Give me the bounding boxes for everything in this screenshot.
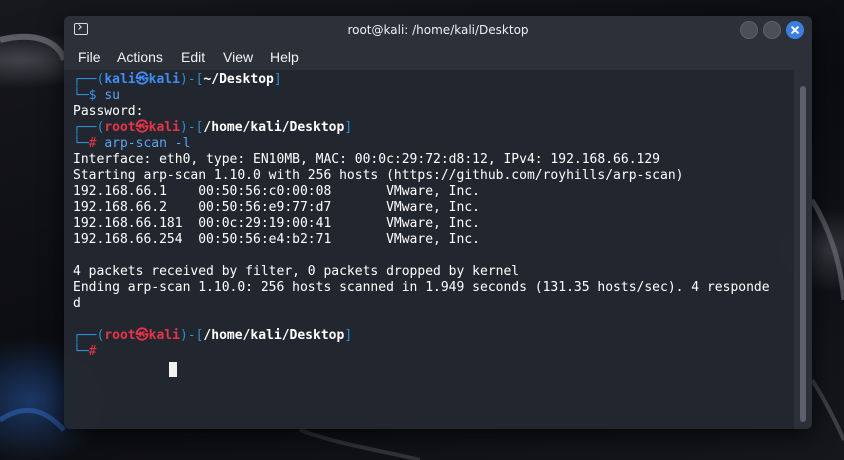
prompt-path: /home/kali/Desktop: [203, 120, 345, 135]
prompt-frame: └─: [73, 88, 89, 103]
window-title: root@kali: /home/kali/Desktop: [347, 23, 529, 37]
title-bar[interactable]: root@kali: /home/kali/Desktop: [64, 16, 812, 44]
output-line: Password:: [73, 104, 144, 119]
menu-file[interactable]: File: [78, 44, 101, 70]
terminal-window[interactable]: root@kali: /home/kali/Desktop File Actio…: [64, 16, 812, 429]
output-line: 192.168.66.2 00:50:56:e9:77:d7 VMware, I…: [73, 200, 480, 215]
text-cursor: [169, 362, 177, 377]
command-text: arp-scan -l: [104, 136, 191, 151]
output-line: d: [73, 296, 81, 311]
active-command-line[interactable]: └─#: [73, 344, 104, 360]
menu-view[interactable]: View: [223, 44, 253, 70]
prompt-frame: ┌──(: [73, 72, 105, 87]
vertical-scrollbar[interactable]: [794, 70, 812, 429]
command-line-su: └─$ su: [73, 88, 120, 104]
menu-actions[interactable]: Actions: [117, 44, 163, 70]
prompt-frame: ]: [273, 72, 282, 87]
prompt-symbol: #: [88, 344, 97, 359]
prompt-user: kali㉿kali: [104, 72, 180, 87]
output-line: 192.168.66.1 00:50:56:c0:00:08 VMware, I…: [73, 184, 480, 199]
menu-bar: File Actions Edit View Help: [64, 44, 812, 70]
output-line: Starting arp-scan 1.10.0 with 256 hosts …: [73, 168, 684, 183]
prompt-frame: ┌──(: [73, 120, 105, 135]
prompt-path: /home/kali/Desktop: [203, 328, 345, 343]
menu-help[interactable]: Help: [270, 44, 299, 70]
prompt-user: root㉿kali: [104, 328, 180, 343]
command-text: su: [104, 88, 120, 103]
output-line: 192.168.66.181 00:0c:29:19:00:41 VMware,…: [73, 216, 480, 231]
minimize-button[interactable]: [740, 21, 758, 39]
output-line: Interface: eth0, type: EN10MB, MAC: 00:0…: [73, 152, 660, 167]
prompt-line-kali: ┌──(kali㉿kali)-[~/Desktop]: [73, 72, 282, 88]
command-line-arp-scan: └─# arp-scan -l: [73, 136, 190, 152]
prompt-frame: )-[: [179, 328, 204, 343]
prompt-frame: )-[: [179, 120, 204, 135]
menu-edit[interactable]: Edit: [181, 44, 205, 70]
prompt-frame: ]: [344, 120, 353, 135]
output-line: 4 packets received by filter, 0 packets …: [73, 264, 520, 279]
prompt-line-root: ┌──(root㉿kali)-[/home/kali/Desktop]: [73, 120, 352, 136]
prompt-frame: └─: [73, 344, 89, 359]
prompt-frame: └─: [73, 136, 89, 151]
prompt-path: ~/Desktop: [203, 72, 274, 87]
maximize-button[interactable]: [763, 21, 781, 39]
output-line: Ending arp-scan 1.10.0: 256 hosts scanne…: [73, 280, 770, 295]
scrollbar-thumb[interactable]: [800, 86, 806, 422]
prompt-symbol: $: [88, 88, 97, 103]
prompt-frame: )-[: [179, 72, 204, 87]
prompt-user: root㉿kali: [104, 120, 180, 135]
prompt-frame: ┌──(: [73, 328, 105, 343]
close-button[interactable]: [786, 21, 804, 39]
prompt-frame: ]: [344, 328, 353, 343]
prompt-line-root: ┌──(root㉿kali)-[/home/kali/Desktop]: [73, 328, 352, 344]
output-line: 192.168.66.254 00:50:56:e4:b2:71 VMware,…: [73, 232, 480, 247]
terminal-output-area[interactable]: ┌──(kali㉿kali)-[~/Desktop] └─$ su Passwo…: [64, 70, 794, 429]
prompt-symbol: #: [88, 136, 97, 151]
